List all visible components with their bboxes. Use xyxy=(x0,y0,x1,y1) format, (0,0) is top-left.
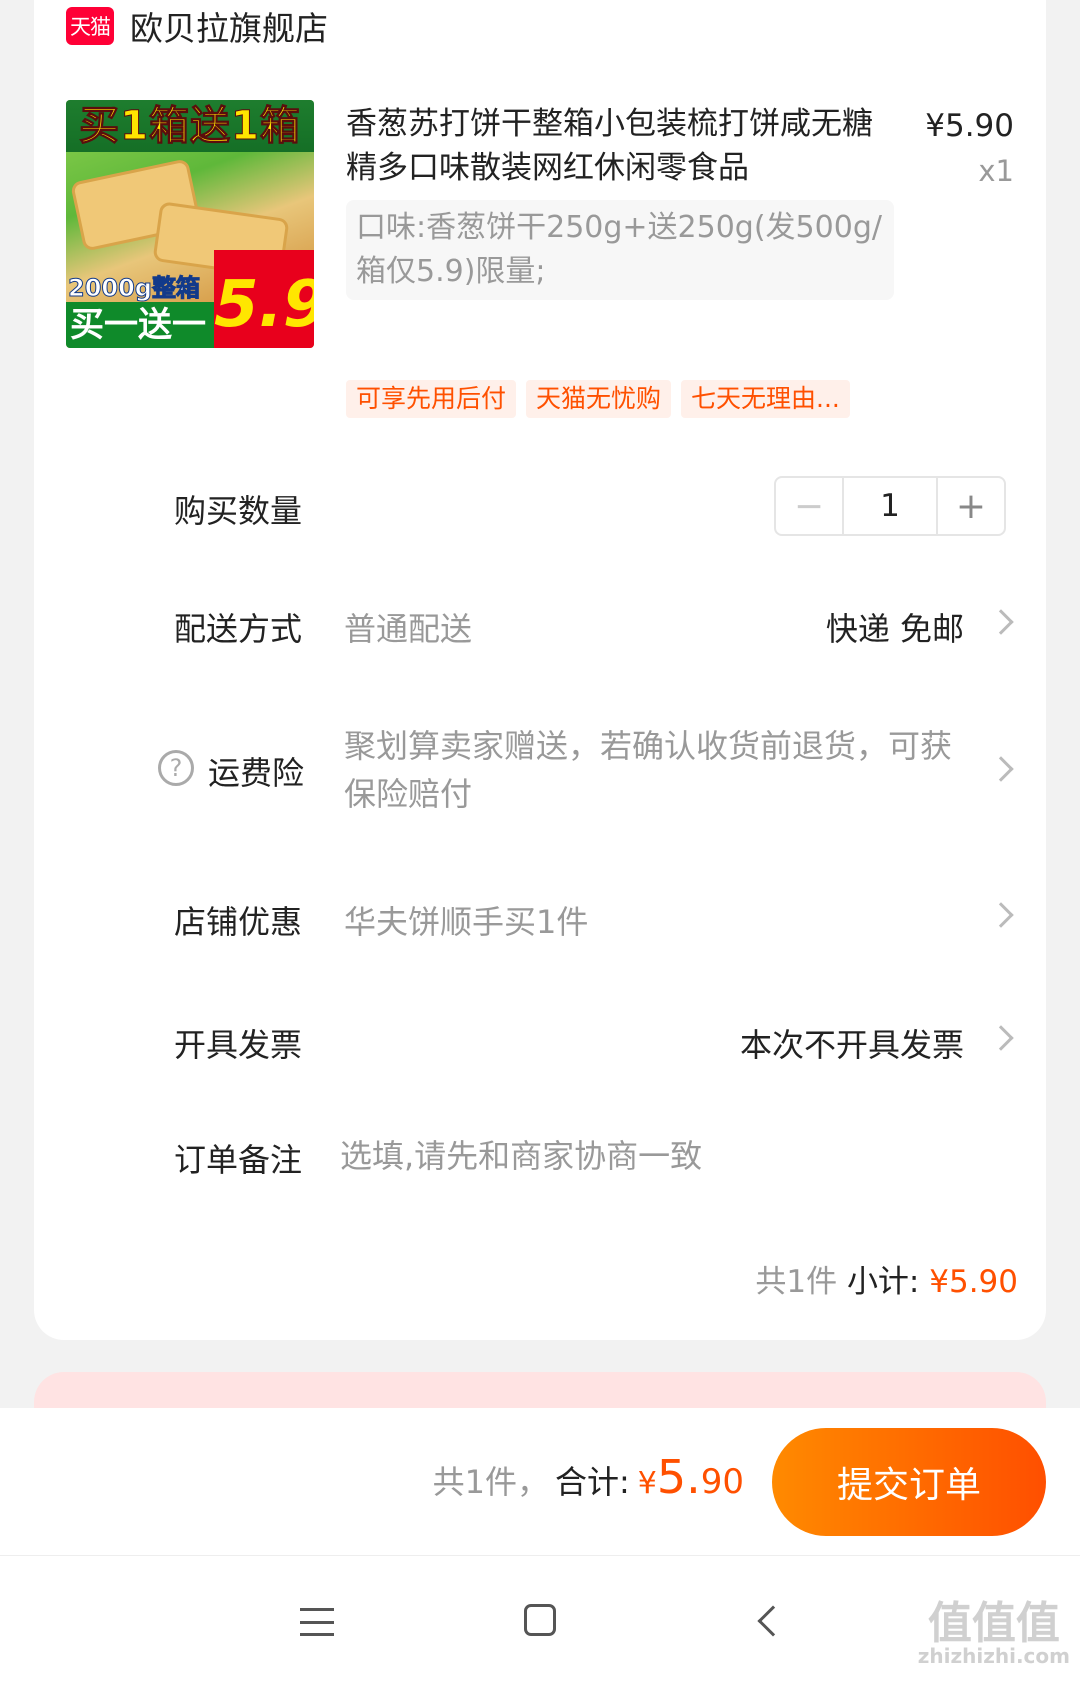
delivery-method[interactable]: 普通配送 xyxy=(344,604,472,650)
submit-order-button[interactable]: 提交订单 xyxy=(772,1428,1046,1536)
total-label: 合计: xyxy=(554,1463,630,1501)
store-header[interactable]: 天猫 欧贝拉旗舰店 xyxy=(66,6,328,48)
invoice-value[interactable]: 本次不开具发票 xyxy=(740,1020,964,1066)
product-image-promo: 买一送一 xyxy=(66,302,216,348)
product-image-weight: 2000g整箱 xyxy=(68,274,201,303)
service-tag: 可享先用后付 xyxy=(346,380,517,418)
home-icon[interactable] xyxy=(524,1604,556,1636)
total-amount-int: 5. xyxy=(656,1450,701,1504)
total-currency: ¥ xyxy=(637,1466,657,1501)
product-image[interactable]: 买1箱送1箱 2000g整箱 买一送一 5.9 xyxy=(66,100,314,348)
increment-button[interactable]: + xyxy=(938,478,1004,534)
product-title[interactable]: 香葱苏打饼干整箱小包装梳打饼咸无糖精多口味散装网红休闲零食品 xyxy=(346,102,886,190)
watermark-text: 值值值 xyxy=(927,1598,1060,1649)
promo-strip xyxy=(34,1372,1046,1412)
tmall-logo-icon: 天猫 xyxy=(66,7,114,45)
quantity-stepper: − 1 + xyxy=(774,476,1006,536)
product-quantity: x1 xyxy=(978,154,1014,188)
discount-label: 店铺优惠 xyxy=(174,903,303,941)
total-summary: 共1件， 合计: ¥ 5. 90 xyxy=(433,1450,744,1504)
remark-input[interactable] xyxy=(340,1128,960,1184)
subtotal-count: 共1件 xyxy=(755,1264,838,1300)
watermark-logo: 值值值 zhizhizhi.com xyxy=(917,1602,1070,1668)
service-tag: 天猫无忧购 xyxy=(526,380,672,418)
remark-label: 订单备注 xyxy=(174,1141,303,1179)
help-icon[interactable]: ? xyxy=(158,750,194,786)
system-nav-bar: 值值值 zhizhizhi.com xyxy=(0,1556,1080,1685)
discount-value[interactable]: 华夫饼顺手买1件 xyxy=(344,897,588,943)
menu-icon[interactable] xyxy=(300,1608,334,1636)
insurance-description[interactable]: 聚划算卖家赠送，若确认收货前退货，可获保险赔付 xyxy=(344,722,954,818)
subtotal-label: 小计: xyxy=(846,1264,920,1300)
decrement-button[interactable]: − xyxy=(776,478,842,534)
delivery-label: 配送方式 xyxy=(174,610,303,648)
subtotal: 共1件 小计: ¥5.90 xyxy=(755,1256,1018,1301)
total-amount-dec: 90 xyxy=(700,1462,744,1502)
product-image-price: 5.9 xyxy=(214,250,314,348)
quantity-value[interactable]: 1 xyxy=(842,478,938,534)
service-tag[interactable]: 七天无理由... xyxy=(681,380,850,418)
subtotal-amount: ¥5.90 xyxy=(929,1264,1018,1300)
product-price: ¥5.90 xyxy=(925,108,1014,144)
invoice-label: 开具发票 xyxy=(174,1026,303,1064)
watermark-url: zhizhizhi.com xyxy=(917,1644,1070,1668)
quantity-label: 购买数量 xyxy=(174,492,303,530)
delivery-detail[interactable]: 快递 免邮 xyxy=(826,604,964,650)
back-icon[interactable] xyxy=(757,1605,789,1637)
service-tags: 可享先用后付 天猫无忧购 七天无理由... xyxy=(346,380,850,418)
product-image-banner: 买1箱送1箱 xyxy=(66,100,314,152)
sku-selector[interactable]: 口味:香葱饼干250g+送250g(发500g/箱仅5.9)限量; xyxy=(346,200,894,300)
insurance-label: 运费险 xyxy=(208,754,305,792)
store-name[interactable]: 欧贝拉旗舰店 xyxy=(130,2,328,50)
total-count: 共1件， xyxy=(432,1463,549,1501)
